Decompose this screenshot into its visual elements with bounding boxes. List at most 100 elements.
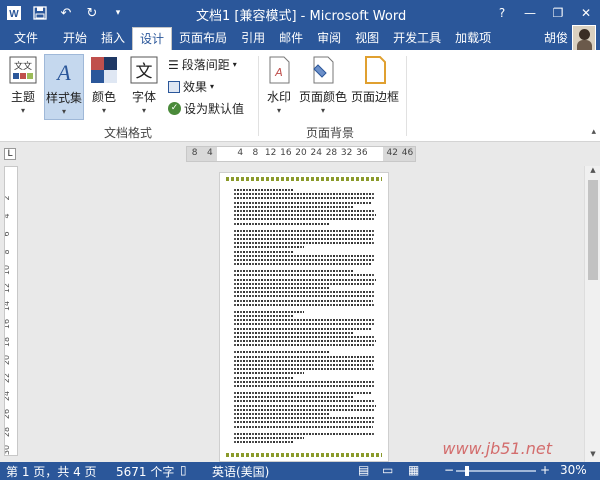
text-line bbox=[234, 210, 374, 212]
vertical-ruler-ticks: 2 4 6 8 10 12 14 16 18 20 22 24 26 28 30 bbox=[4, 189, 17, 456]
tab-references[interactable]: 引用 bbox=[234, 27, 272, 50]
proofing-icon[interactable]: ▯ bbox=[180, 463, 187, 477]
effects-button[interactable]: 效果 ▾ bbox=[168, 78, 214, 95]
text-line bbox=[234, 340, 376, 343]
ruler-tick: 16 bbox=[280, 148, 292, 158]
ruler-tick: 46 bbox=[401, 148, 414, 158]
word-count[interactable]: 5671 个字 bbox=[116, 463, 174, 480]
svg-text:文: 文 bbox=[136, 62, 153, 82]
horizontal-ruler[interactable]: 8 4 4 8 12 16 20 24 28 32 36 42 46 bbox=[186, 146, 416, 162]
avatar[interactable] bbox=[572, 25, 596, 51]
tab-design[interactable]: 设计 bbox=[132, 27, 173, 50]
tab-view[interactable]: 视图 bbox=[348, 27, 386, 50]
tab-selector[interactable]: L bbox=[4, 148, 16, 160]
print-layout-icon[interactable]: ▭ bbox=[382, 463, 393, 477]
ribbon-design: 文文 主题 ▾ A 样式集 ▾ 颜色 ▾ 文 字体 ▾ ☰ 段落间距 ▾ 效果 … bbox=[0, 50, 600, 142]
ruler-tick: 18 bbox=[4, 336, 11, 348]
text-line bbox=[234, 408, 374, 411]
tab-mailings[interactable]: 邮件 bbox=[272, 27, 310, 50]
status-bar: 第 1 页，共 4 页 5671 个字 ▯ 英语(美国) ▤ ▭ ▦ − + 3… bbox=[0, 462, 600, 480]
text-line bbox=[234, 359, 375, 362]
web-layout-icon[interactable]: ▦ bbox=[408, 463, 419, 477]
ruler-ticks: 8 4 4 8 12 16 20 24 28 32 36 42 46 bbox=[187, 148, 415, 158]
undo-icon[interactable]: ↶ bbox=[56, 3, 76, 23]
text-line bbox=[234, 310, 304, 313]
tab-developer[interactable]: 开发工具 bbox=[386, 27, 448, 50]
ruler-tick: 4 bbox=[5, 210, 17, 222]
tab-review[interactable]: 审阅 bbox=[310, 27, 348, 50]
collapse-ribbon-icon[interactable]: ▴ bbox=[591, 127, 596, 137]
ruler-tick: 30 bbox=[4, 444, 11, 456]
tab-file[interactable]: 文件 bbox=[0, 27, 52, 50]
page-count[interactable]: 第 1 页，共 4 页 bbox=[6, 463, 97, 480]
text-line bbox=[234, 376, 294, 379]
restore-button[interactable]: ❐ bbox=[544, 0, 572, 26]
text-line bbox=[234, 323, 374, 326]
minimize-button[interactable]: — bbox=[516, 0, 544, 26]
style-set-icon: A bbox=[49, 55, 79, 87]
close-button[interactable]: ✕ bbox=[572, 0, 600, 26]
document-page[interactable] bbox=[219, 172, 389, 462]
vertical-ruler[interactable]: 2 4 6 8 10 12 14 16 18 20 22 24 26 28 30 bbox=[4, 166, 18, 456]
watermark-button[interactable]: A 水印 ▾ bbox=[264, 54, 294, 120]
zoom-slider-thumb[interactable] bbox=[465, 466, 469, 476]
ruler-tick: 28 bbox=[4, 426, 11, 438]
text-line bbox=[234, 432, 374, 435]
page-color-button[interactable]: 页面颜色 ▾ bbox=[298, 54, 348, 120]
text-line bbox=[234, 392, 372, 394]
text-line bbox=[234, 380, 374, 383]
text-line bbox=[234, 413, 330, 415]
scroll-down-icon[interactable]: ▼ bbox=[585, 450, 600, 462]
save-icon[interactable] bbox=[30, 3, 50, 23]
watermark-text: www.jb51.net bbox=[442, 439, 552, 458]
customize-quick-access-icon[interactable]: ▾ bbox=[108, 3, 128, 23]
fonts-button[interactable]: 文 字体 ▾ bbox=[126, 54, 162, 120]
text-line bbox=[234, 355, 374, 358]
svg-text:A: A bbox=[274, 66, 283, 79]
tab-add-ins[interactable]: 加载项 bbox=[448, 27, 498, 50]
ruler-tick: 8 bbox=[252, 148, 259, 158]
text-line bbox=[234, 425, 373, 428]
text-line bbox=[234, 351, 330, 354]
set-as-default-label: 设为默认值 bbox=[184, 102, 245, 116]
scroll-up-icon[interactable]: ▲ bbox=[585, 166, 600, 178]
zoom-level[interactable]: 30% bbox=[560, 463, 587, 477]
text-line bbox=[234, 229, 374, 232]
text-line bbox=[234, 315, 294, 317]
text-line bbox=[234, 222, 330, 225]
text-line bbox=[234, 303, 374, 306]
zoom-out-button[interactable]: − bbox=[444, 463, 454, 477]
tab-insert[interactable]: 插入 bbox=[94, 27, 132, 50]
tab-home[interactable]: 开始 bbox=[56, 27, 94, 50]
text-line bbox=[234, 319, 374, 322]
redo-icon[interactable]: ↻ bbox=[82, 3, 102, 23]
word-logo-icon[interactable]: W bbox=[4, 3, 24, 23]
themes-button[interactable]: 文文 主题 ▾ bbox=[4, 54, 42, 120]
zoom-in-button[interactable]: + bbox=[540, 463, 550, 477]
scrollbar-thumb[interactable] bbox=[588, 180, 598, 280]
ruler-tick: 4 bbox=[237, 148, 244, 158]
chevron-down-icon: ▾ bbox=[320, 106, 325, 115]
text-line bbox=[234, 189, 294, 191]
text-line bbox=[234, 193, 374, 196]
svg-text:W: W bbox=[9, 9, 19, 20]
paragraph-spacing-label: 段落间距 bbox=[181, 58, 230, 72]
ruler-tick: 24 bbox=[310, 148, 322, 158]
text-line bbox=[234, 421, 375, 424]
style-set-button[interactable]: A 样式集 ▾ bbox=[44, 54, 84, 120]
help-button[interactable]: ? bbox=[488, 0, 516, 26]
tab-page-layout[interactable]: 页面布局 bbox=[172, 27, 234, 50]
user-name[interactable]: 胡俊 bbox=[544, 27, 568, 50]
fonts-icon: 文 bbox=[129, 54, 159, 86]
set-as-default-button[interactable]: ✓ 设为默认值 bbox=[168, 100, 244, 117]
paragraph-spacing-icon: ☰ bbox=[168, 57, 179, 72]
language[interactable]: 英语(美国) bbox=[212, 463, 269, 480]
text-line bbox=[234, 417, 374, 420]
read-mode-icon[interactable]: ▤ bbox=[358, 463, 369, 477]
text-line bbox=[234, 274, 374, 277]
vertical-scrollbar[interactable]: ▲ ▼ bbox=[584, 166, 600, 462]
colors-button[interactable]: 颜色 ▾ bbox=[86, 54, 122, 120]
paragraph-spacing-button[interactable]: ☰ 段落间距 ▾ bbox=[168, 56, 237, 73]
chevron-down-icon: ▾ bbox=[210, 82, 215, 91]
page-borders-button[interactable]: 页面边框 bbox=[350, 54, 400, 120]
